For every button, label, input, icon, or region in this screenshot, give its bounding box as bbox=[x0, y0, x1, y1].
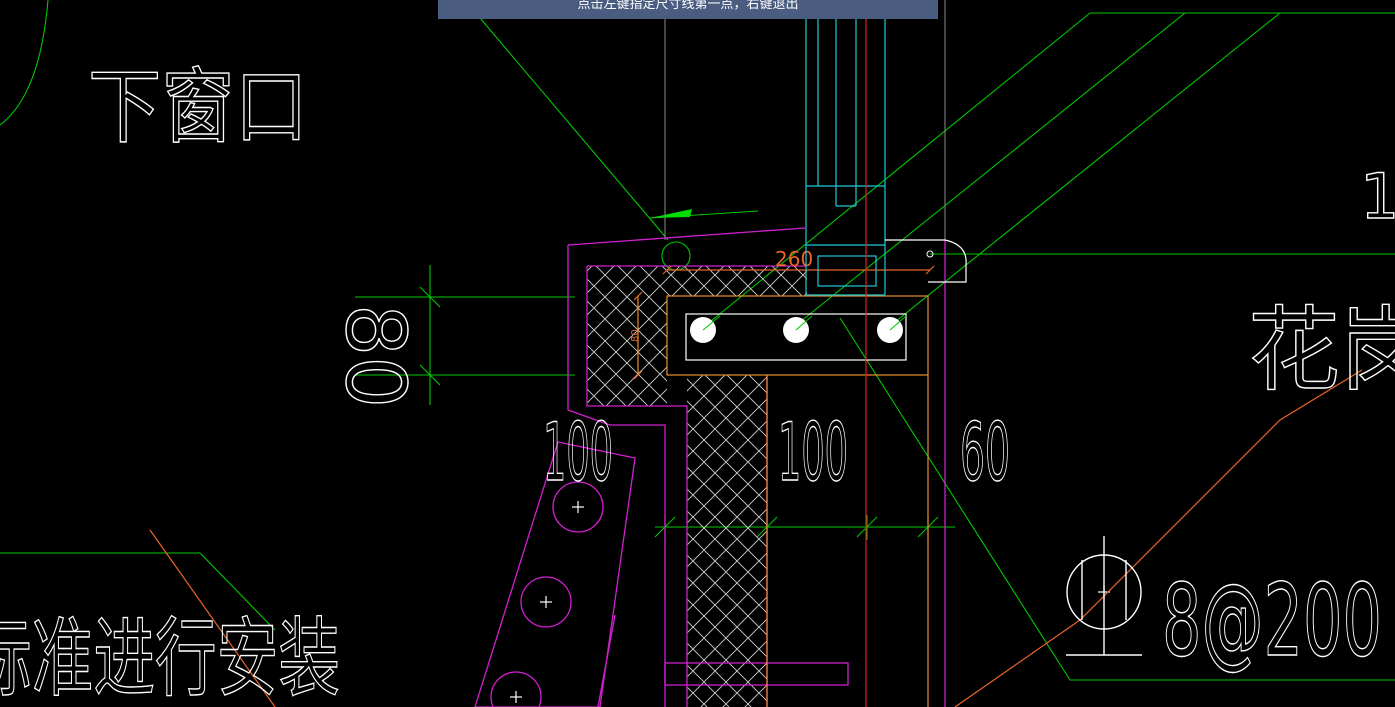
dimension-260: 260 bbox=[775, 247, 813, 271]
label-right-top: 1 bbox=[1360, 160, 1395, 233]
green-arrow-marker bbox=[650, 209, 692, 218]
label-granite: 花岗 bbox=[1248, 297, 1395, 404]
dimension-80-large: 80 bbox=[327, 304, 422, 408]
label-install-standard: 标准进行安装 bbox=[0, 609, 340, 707]
orange-beam-outline bbox=[637, 295, 929, 707]
sill-profile bbox=[885, 239, 967, 283]
rebar-grade-symbol bbox=[1066, 536, 1142, 656]
command-prompt-text: 点击左键指定尺寸线第一点，右键退出 bbox=[577, 0, 799, 12]
dimension-100-mid: 100 bbox=[778, 406, 848, 499]
dimension-100-left: 100 bbox=[543, 406, 613, 499]
label-lower-window: 下窗口 bbox=[88, 60, 308, 155]
rebar-spec-text: 8@200 bbox=[1162, 562, 1382, 679]
command-prompt-bar: 点击左键指定尺寸线第一点，右键退出 bbox=[438, 0, 938, 19]
cyan-window-frame bbox=[805, 0, 886, 296]
dimension-60: 60 bbox=[960, 406, 1010, 499]
cad-drawing-canvas[interactable]: 260 80 下窗口 标准进行安装 花岗 1 80 100 100 60 8@2… bbox=[0, 0, 1395, 707]
dimension-80-small: 80 bbox=[630, 329, 641, 342]
gray-guide-lines bbox=[664, 0, 946, 240]
